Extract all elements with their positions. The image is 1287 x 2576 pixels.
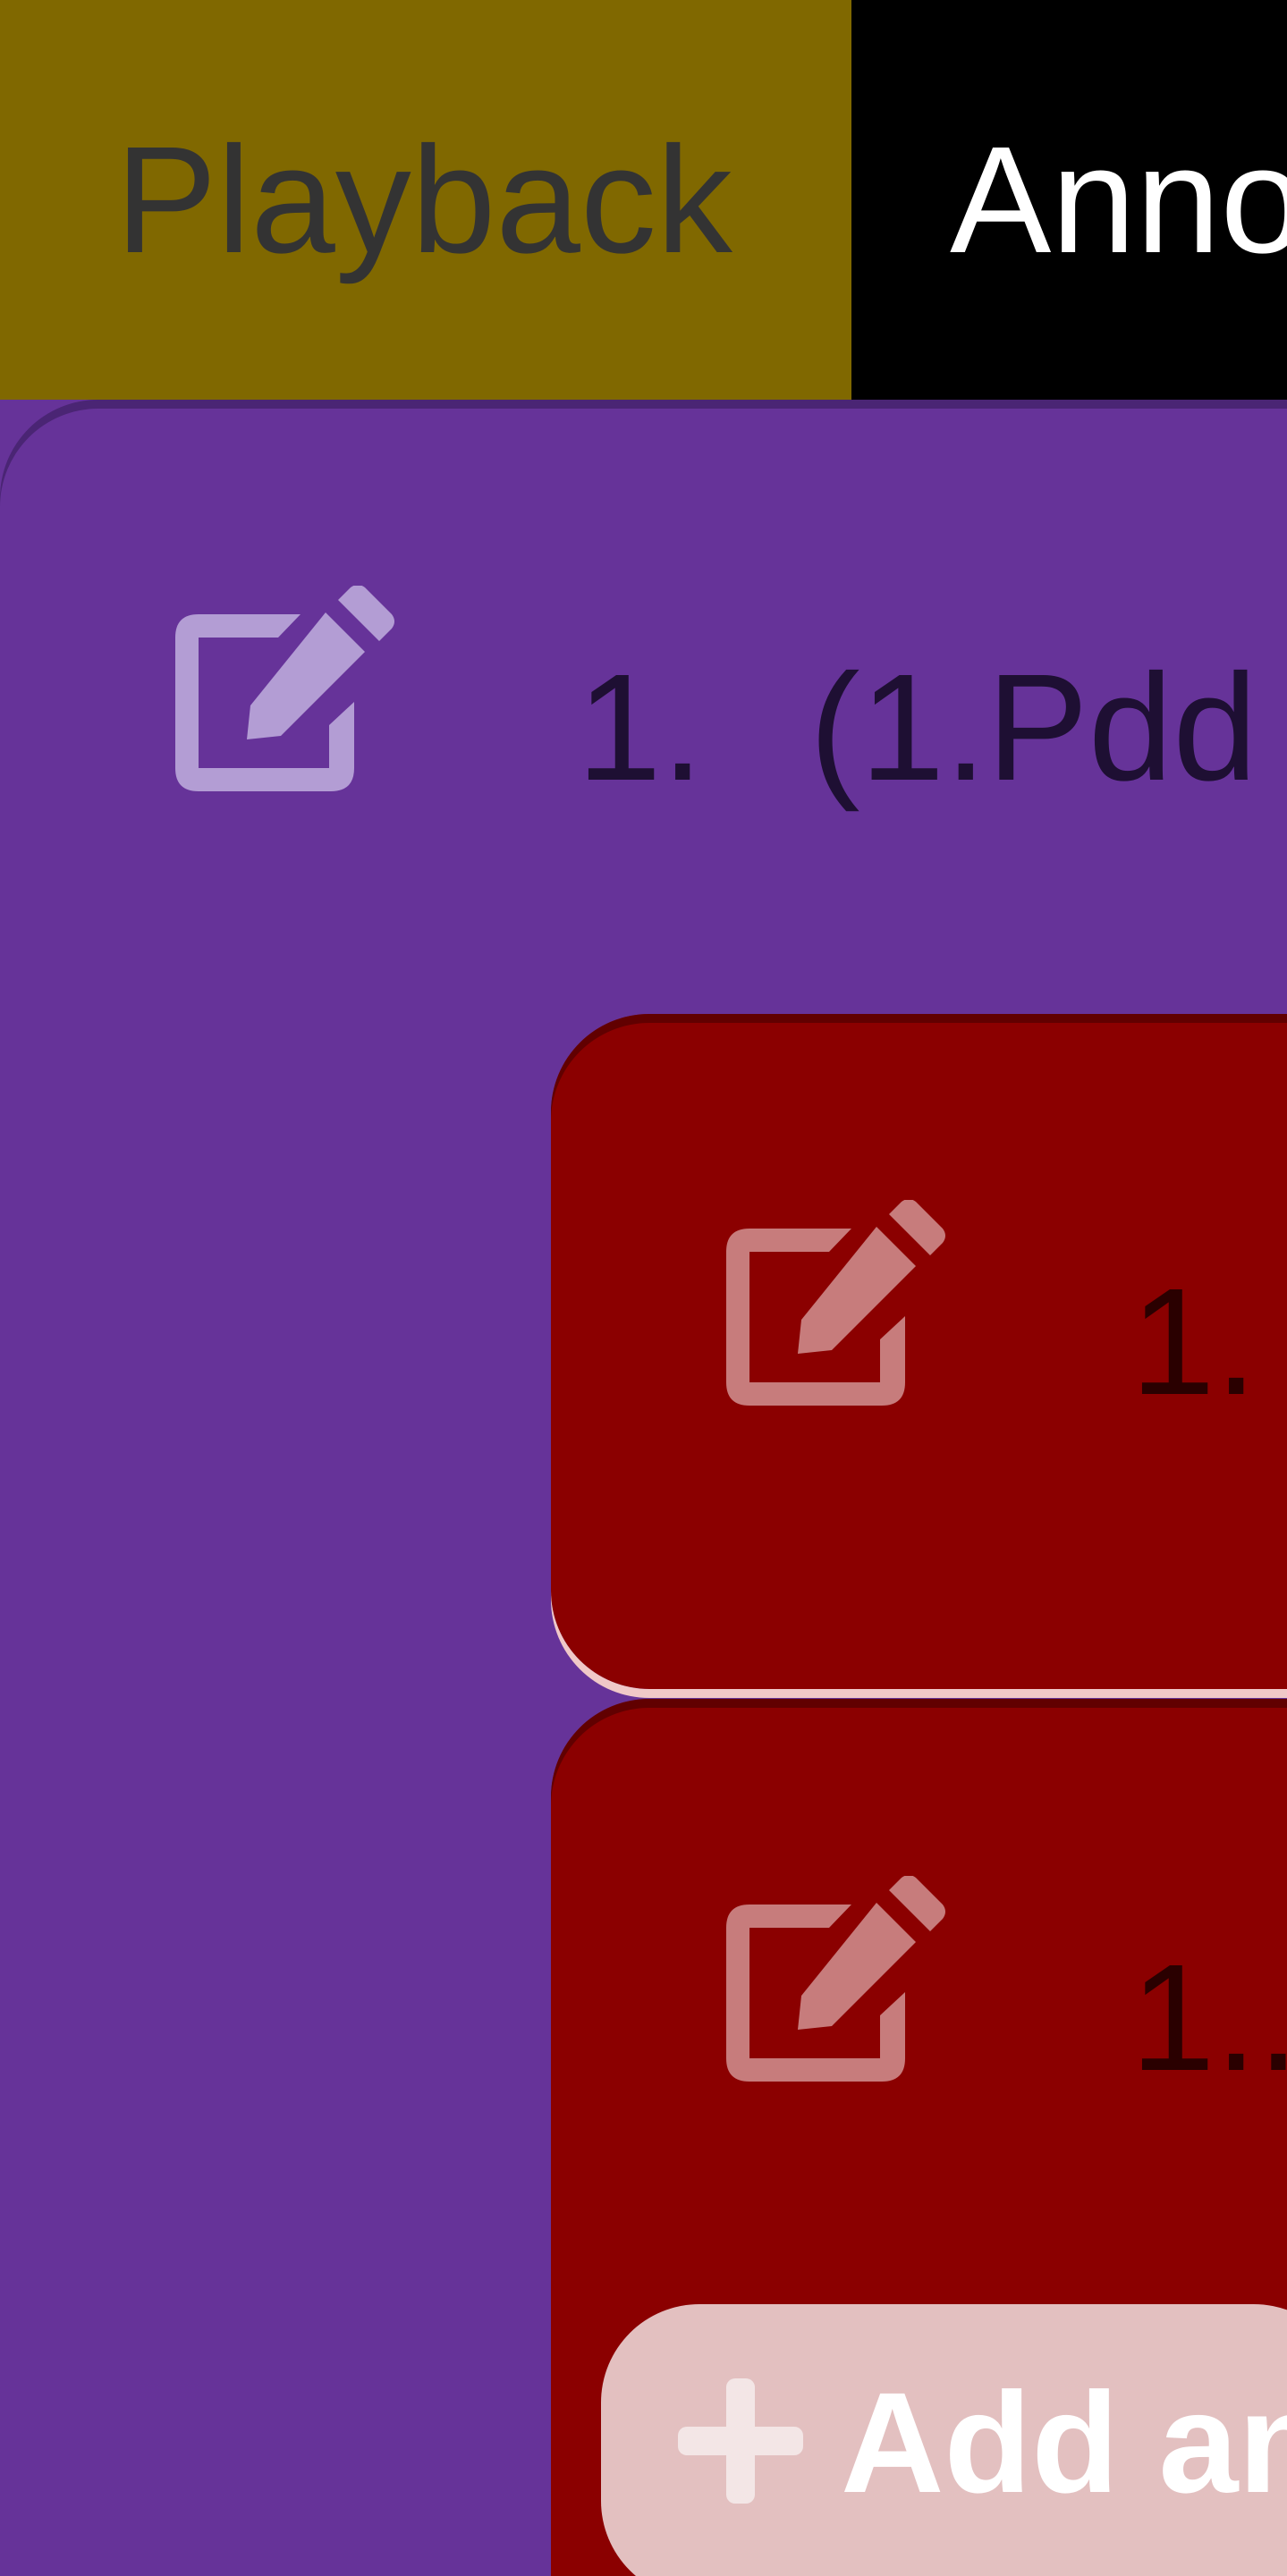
plus-icon (678, 2378, 803, 2508)
tab-playback[interactable]: Playback (0, 0, 851, 400)
sub-annotation-number: 1.. (1130, 1933, 1287, 2103)
sub-annotation-card: 1. (551, 1014, 1287, 1689)
tab-bar: Playback Anno (0, 0, 1287, 400)
tab-annotations-label: Anno (950, 114, 1287, 285)
add-annotation-button[interactable]: Add an (601, 2304, 1287, 2576)
sub-annotation-number: 1. (1130, 1257, 1257, 1427)
edit-icon[interactable] (726, 1876, 953, 2082)
annotation-text[interactable]: (1.Pdd (809, 652, 1257, 804)
add-annotation-label: Add an (841, 2362, 1287, 2522)
annotation-number: 1. (577, 643, 704, 813)
annotation-editor: Playback Anno 1. (1.Pdd 1. 1.. Add an (0, 0, 1287, 2576)
edit-icon[interactable] (726, 1200, 953, 1406)
tab-playback-label: Playback (115, 114, 732, 285)
edit-icon[interactable] (175, 586, 402, 791)
tab-annotations[interactable]: Anno (851, 0, 1287, 400)
